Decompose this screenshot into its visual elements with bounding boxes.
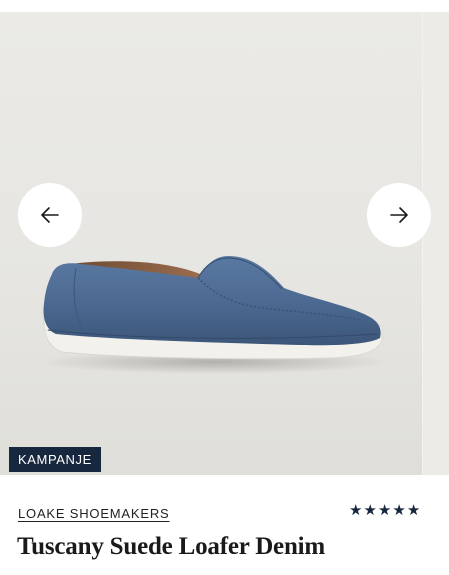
product-image <box>39 256 389 374</box>
brand-link[interactable]: LOAKE SHOEMAKERS <box>18 506 170 521</box>
star-icon: ★ <box>392 501 406 519</box>
rating-stars: ★ ★ ★ ★ ★ <box>349 502 420 518</box>
next-image-button[interactable] <box>367 183 431 247</box>
star-icon: ★ <box>406 501 421 519</box>
star-icon: ★ <box>349 501 363 519</box>
star-icon: ★ <box>363 501 377 519</box>
star-icon: ★ <box>377 501 392 519</box>
product-title[interactable]: Tuscany Suede Loafer Denim <box>17 533 325 561</box>
top-strip <box>0 0 449 12</box>
arrow-left-icon <box>41 207 59 223</box>
previous-image-button[interactable] <box>18 183 82 247</box>
campaign-badge: KAMPANJE <box>9 447 101 472</box>
product-image-gallery[interactable]: KAMPANJE <box>0 12 449 475</box>
arrow-right-icon <box>390 207 408 223</box>
product-info: LOAKE SHOEMAKERS ★ ★ ★ ★ ★ Tuscany Suede… <box>0 475 449 575</box>
